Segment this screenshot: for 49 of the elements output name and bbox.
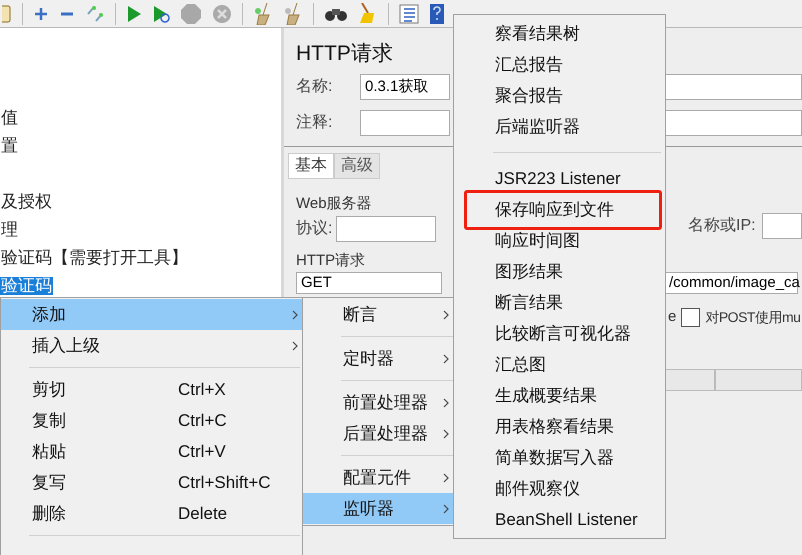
menu-item[interactable]: 简单数据写入器 <box>454 442 665 473</box>
menu-item[interactable]: 聚合报告 <box>454 80 665 111</box>
menu-item[interactable]: 复写 Ctrl+Shift+C <box>1 467 302 498</box>
option-label: e <box>668 307 676 327</box>
method-field[interactable]: GET <box>296 272 442 294</box>
group-legend: HTTP请求 <box>296 250 366 272</box>
menu-item[interactable]: 比较断言可视化器 <box>454 318 665 349</box>
tab[interactable]: 基本 <box>288 153 334 179</box>
menu-item[interactable]: 断言 <box>303 299 453 330</box>
field-label: 注释: <box>296 112 334 133</box>
checkbox-label: 对POST使用mu <box>705 308 800 327</box>
tree-item[interactable]: 值 <box>0 109 19 127</box>
menu-item[interactable]: 保存响应到文件 <box>454 194 665 225</box>
tree-item[interactable]: 理 <box>0 221 19 239</box>
menu-item[interactable]: 添加 <box>1 299 302 330</box>
menu-item[interactable]: 汇总图 <box>454 349 665 380</box>
menu-item[interactable]: 生成概要结果 <box>454 380 665 411</box>
input-field[interactable]: 0.3.1获取 <box>360 74 450 100</box>
tab[interactable]: 高级 <box>334 153 380 179</box>
menu-item[interactable]: 定时器 <box>303 343 453 374</box>
field-label: 协议: <box>296 218 332 238</box>
menu-item[interactable]: 监听器 <box>303 493 453 524</box>
menu-item[interactable]: 断言结果 <box>454 287 665 318</box>
menu-item[interactable]: 用表格察看结果 <box>454 411 665 442</box>
field-label: 名称: <box>296 77 334 97</box>
tree-item[interactable]: 验证码 <box>0 277 53 295</box>
menu-item[interactable]: 插入上级 <box>1 330 302 361</box>
path-field[interactable]: /common/image_ca <box>664 272 798 294</box>
menu-item[interactable]: 配置元件 <box>303 462 453 493</box>
menu-item[interactable]: 后置处理器 <box>303 418 453 449</box>
menu-item[interactable]: JSR223 Listener <box>454 163 665 194</box>
menu-item[interactable]: 粘贴 Ctrl+V <box>1 436 302 467</box>
field-label: 名称或IP: <box>688 216 756 236</box>
menu-item[interactable]: BeanShell Listener <box>454 504 665 535</box>
menu-item[interactable]: 删除 Delete <box>1 498 302 529</box>
tree-item[interactable]: 及授权 <box>0 193 53 211</box>
tree-item[interactable]: 验证码【需要打开工具】 <box>0 249 189 267</box>
menu-item[interactable]: 复制 Ctrl+C <box>1 405 302 436</box>
menu-item[interactable]: 后端监听器 <box>454 111 665 142</box>
menu-item[interactable]: 响应时间图 <box>454 225 665 256</box>
menu-item[interactable]: 邮件观察仪 <box>454 473 665 504</box>
menu-item[interactable]: 汇总报告 <box>454 49 665 80</box>
panel-title: HTTP请求 <box>296 41 393 67</box>
group-legend: Web服务器 <box>296 193 456 216</box>
menu-item[interactable]: 前置处理器 <box>303 387 453 418</box>
menu-item[interactable]: 察看结果树 <box>454 18 665 49</box>
menu-item[interactable]: 图形结果 <box>454 256 665 287</box>
tree-item[interactable]: 置 <box>0 137 19 155</box>
menu-item[interactable]: 剪切 Ctrl+X <box>1 374 302 405</box>
